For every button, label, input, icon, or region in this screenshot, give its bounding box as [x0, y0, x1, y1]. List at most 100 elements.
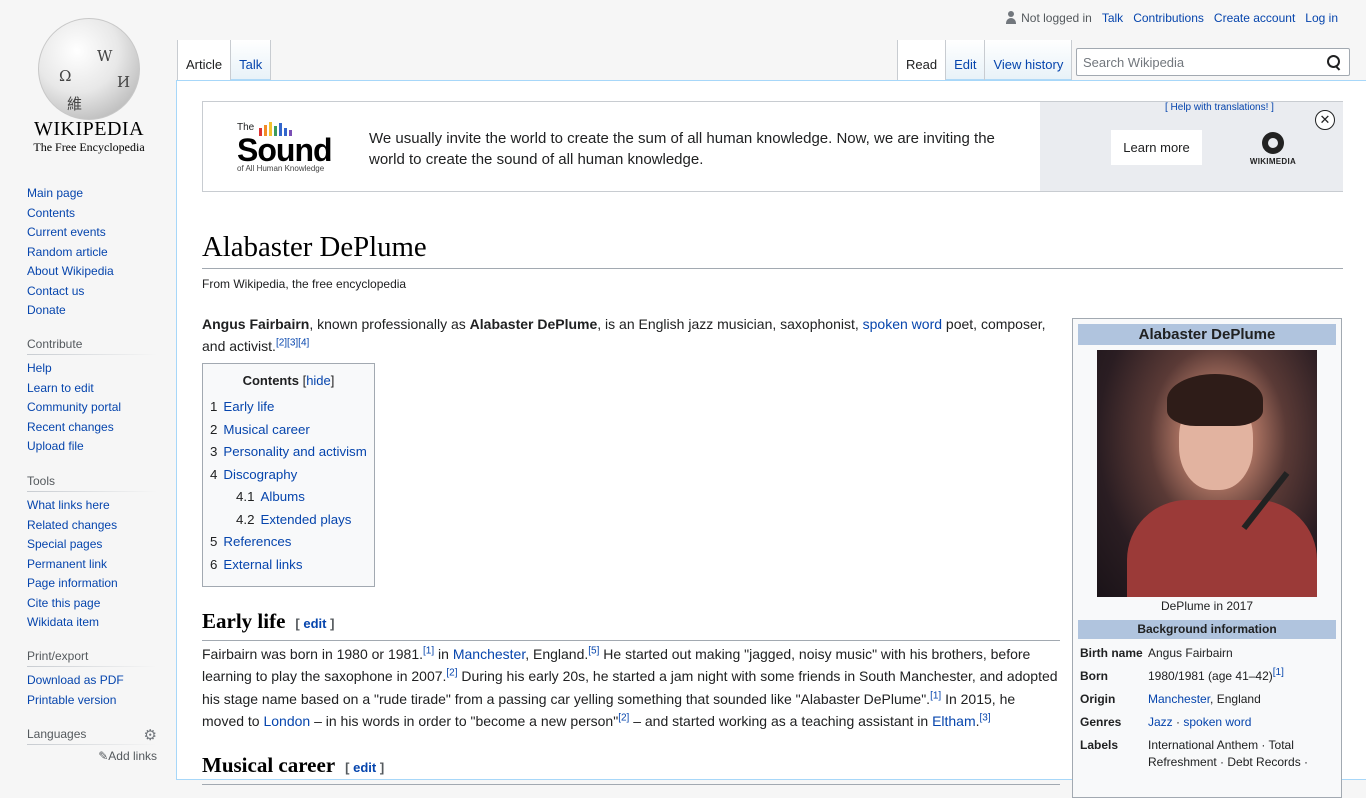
tagline: The Free Encyclopedia: [33, 140, 145, 154]
close-icon[interactable]: ✕: [1315, 110, 1335, 130]
sidebar-item-upload-file[interactable]: Upload file: [27, 439, 84, 453]
sidebar-item-about-wikipedia[interactable]: About Wikipedia: [27, 264, 114, 278]
sidebar-item-special-pages[interactable]: Special pages: [27, 537, 102, 551]
origin-link[interactable]: Manchester: [1148, 692, 1210, 706]
toc-link[interactable]: Personality and activism: [223, 444, 366, 459]
toc-item[interactable]: 4 Discography: [210, 464, 367, 487]
globe-icon: W Ω И 維: [38, 18, 140, 120]
wikipedia-logo[interactable]: W Ω И 維 WIKIPEDIA The Free Encyclopedia: [14, 12, 164, 162]
wikimedia-label: WIKIMEDIA: [1249, 157, 1297, 166]
content: The Sound of All Human Knowledge We usua…: [176, 80, 1366, 798]
sidebar-item: Printable version: [27, 691, 157, 711]
nav-print-heading: Print/export: [27, 649, 157, 667]
ref-link[interactable]: [5]: [588, 645, 599, 656]
tab-edit-label: Edit: [954, 57, 977, 72]
ref-link[interactable]: [3]: [980, 713, 991, 724]
tab-read[interactable]: Read: [897, 40, 947, 80]
banner-right-panel: [ Help with translations! ] Learn more W…: [1040, 102, 1343, 191]
genre-link[interactable]: Jazz: [1148, 715, 1173, 729]
create-account-link[interactable]: Create account: [1214, 11, 1295, 25]
infobox-value: Angus Fairbairn: [1148, 646, 1233, 660]
toc-item[interactable]: 3 Personality and activism: [210, 441, 367, 464]
lead-text: , known professionally as: [309, 316, 470, 332]
sidebar-item-page-information[interactable]: Page information: [27, 576, 118, 590]
globe-glyph: W: [97, 47, 113, 65]
sidebar-item-what-links-here[interactable]: What links here: [27, 498, 110, 512]
wikimedia-logo: WIKIMEDIA: [1246, 132, 1300, 166]
toc-item[interactable]: 6 External links: [210, 554, 367, 577]
lead-refs[interactable]: [2][3][4]: [276, 338, 309, 349]
genre-link[interactable]: spoken word: [1183, 715, 1251, 729]
sidebar-item-main-page[interactable]: Main page: [27, 186, 83, 200]
nav-languages-heading: Languages ⚙: [27, 727, 157, 745]
toc-link[interactable]: Early life: [223, 399, 274, 414]
infobox-photo[interactable]: [1097, 350, 1317, 597]
add-links[interactable]: ✎Add links: [27, 749, 157, 763]
toc-number: 3: [210, 444, 218, 459]
sidebar-item-printable-version[interactable]: Printable version: [27, 693, 116, 707]
gear-icon[interactable]: ⚙: [144, 726, 157, 744]
personal-tools: Not logged in Talk Contributions Create …: [1005, 11, 1338, 25]
contributions-link[interactable]: Contributions: [1133, 11, 1204, 25]
tab-view-history[interactable]: View history: [985, 40, 1073, 80]
sidebar-item-permanent-link[interactable]: Permanent link: [27, 557, 107, 571]
sidebar-item-community-portal[interactable]: Community portal: [27, 400, 121, 414]
sidebar-item-current-events[interactable]: Current events: [27, 225, 106, 239]
infobox-value: International Anthem · Total Refreshment…: [1148, 738, 1309, 769]
sidebar-item-donate[interactable]: Donate: [27, 303, 66, 317]
ref-link[interactable]: [1]: [423, 645, 434, 656]
tab-talk[interactable]: Talk: [231, 40, 272, 80]
lead-paragraph: Angus Fairbairn, known professionally as…: [202, 313, 1060, 358]
sidebar-item-cite-this-page[interactable]: Cite this page: [27, 596, 100, 610]
sidebar-item-related-changes[interactable]: Related changes: [27, 518, 117, 532]
eltham-link[interactable]: Eltham: [932, 713, 976, 729]
toc-item[interactable]: 2 Musical career: [210, 419, 367, 442]
infobox-section-header: Background information: [1078, 620, 1336, 639]
sidebar-item-contact-us[interactable]: Contact us: [27, 284, 84, 298]
toc-link[interactable]: Extended plays: [261, 512, 352, 527]
login-link[interactable]: Log in: [1305, 11, 1338, 25]
nav-print: Print/export Download as PDF Printable ve…: [27, 649, 157, 710]
sidebar-item: Cite this page: [27, 594, 157, 614]
infobox: Alabaster DePlume DePlume in 2017 Backgr…: [1072, 318, 1342, 798]
manchester-link[interactable]: Manchester: [453, 646, 525, 662]
ref-link[interactable]: [2]: [446, 668, 457, 679]
toc-item[interactable]: 5 References: [210, 531, 367, 554]
toc-number: 1: [210, 399, 218, 414]
sidebar-item-recent-changes[interactable]: Recent changes: [27, 420, 114, 434]
languages-label: Languages: [27, 727, 87, 741]
tab-edit[interactable]: Edit: [946, 40, 986, 80]
ref-link[interactable]: [1]: [1273, 667, 1284, 678]
infobox-row-genres: Genres Jazz · spoken word: [1078, 714, 1336, 731]
learn-more-button[interactable]: Learn more: [1111, 130, 1202, 165]
sidebar-item: Page information: [27, 574, 157, 594]
sidebar-item-download-as-pdf[interactable]: Download as PDF: [27, 673, 124, 687]
sidebar-item-learn-to-edit[interactable]: Learn to edit: [27, 381, 94, 395]
search-icon[interactable]: [1327, 55, 1341, 69]
toc-item[interactable]: 1 Early life: [210, 396, 367, 419]
infobox-value: 1980/1981 (age 41–42)[1]: [1148, 668, 1332, 685]
talk-link[interactable]: Talk: [1102, 11, 1123, 25]
sidebar-item-random-article[interactable]: Random article: [27, 245, 108, 259]
toc-link[interactable]: Musical career: [223, 422, 309, 437]
london-link[interactable]: London: [263, 713, 310, 729]
toc-hide-link[interactable]: hide: [306, 373, 331, 388]
photo-shirt: [1127, 500, 1317, 597]
sidebar-item-help[interactable]: Help: [27, 361, 52, 375]
toc-item[interactable]: 4.2 Extended plays: [210, 509, 367, 532]
toc-link[interactable]: External links: [223, 557, 302, 572]
sidebar-item-wikidata-item[interactable]: Wikidata item: [27, 615, 99, 629]
help-translations-link[interactable]: [ Help with translations! ]: [1165, 102, 1274, 113]
ref-link[interactable]: [1]: [930, 690, 941, 701]
tab-article[interactable]: Article: [177, 40, 232, 80]
toc-link[interactable]: Discography: [223, 467, 297, 482]
toc-link[interactable]: Albums: [261, 489, 305, 504]
spoken-word-link[interactable]: spoken word: [863, 316, 942, 332]
nav-tools: Tools What links here Related changes Spec…: [27, 474, 157, 633]
toc-item[interactable]: 4.1 Albums: [210, 486, 367, 509]
ref-link[interactable]: [2]: [618, 713, 629, 724]
sidebar-item-contents[interactable]: Contents: [27, 206, 75, 220]
edit-section-link[interactable]: edit: [303, 616, 326, 631]
search-input[interactable]: [1077, 49, 1317, 75]
toc-link[interactable]: References: [223, 534, 291, 549]
